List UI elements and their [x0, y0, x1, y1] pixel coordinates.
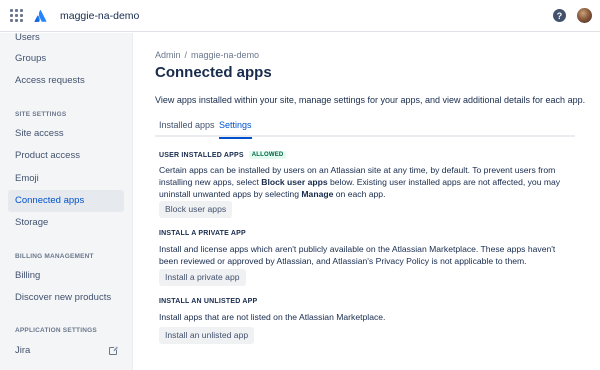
section-title-text: USER INSTALLED APPS: [159, 152, 244, 159]
install-private-app-button[interactable]: Install a private app: [159, 269, 246, 286]
atlassian-logo-icon[interactable]: [34, 9, 48, 23]
description-bold-block-user-apps: Block user apps: [261, 177, 328, 187]
description-bold-manage: Manage: [301, 189, 334, 199]
sidebar-item-emoji[interactable]: Emoji: [8, 168, 124, 190]
avatar[interactable]: [577, 8, 592, 23]
user-installed-apps-description: Certain apps can be installed by users o…: [159, 164, 569, 200]
section-title-user-installed-apps: USER INSTALLED APPS ALLOWED: [159, 151, 287, 159]
sidebar: Users Groups Access requests SITE SETTIN…: [0, 33, 133, 370]
sidebar-item-storage[interactable]: Storage: [8, 212, 124, 234]
sidebar-heading-site-settings: SITE SETTINGS: [15, 111, 67, 118]
sidebar-item-label: Jira: [15, 345, 31, 356]
help-icon[interactable]: ?: [553, 9, 566, 22]
breadcrumb-site[interactable]: maggie-na-demo: [191, 50, 259, 60]
sidebar-item-jira[interactable]: Jira: [8, 340, 124, 362]
install-unlisted-app-button[interactable]: Install an unlisted app: [159, 327, 255, 344]
sidebar-item-users[interactable]: Users: [8, 33, 124, 49]
tab-settings[interactable]: Settings: [219, 120, 252, 139]
sidebar-item-discover-new-products[interactable]: Discover new products: [8, 287, 124, 309]
app-switcher-icon[interactable]: [8, 8, 24, 24]
sidebar-item-billing[interactable]: Billing: [8, 265, 124, 287]
description-text-3: on each app.: [333, 189, 386, 199]
breadcrumb: Admin / maggie-na-demo: [155, 50, 259, 60]
section-title-install-private-app: INSTALL A PRIVATE APP: [159, 230, 246, 237]
section-title-install-unlisted-app: INSTALL AN UNLISTED APP: [159, 298, 258, 305]
site-name[interactable]: maggie-na-demo: [60, 10, 139, 22]
page-description: View apps installed within your site, ma…: [155, 95, 586, 105]
private-app-description: Install and license apps which aren't pu…: [159, 244, 556, 266]
breadcrumb-separator: /: [184, 50, 188, 60]
tab-list: Installed apps Settings: [155, 118, 575, 139]
external-link-icon: [109, 346, 118, 355]
unlisted-app-description: Install apps that are not listed on the …: [159, 312, 386, 322]
sidebar-item-site-access[interactable]: Site access: [8, 123, 124, 145]
sidebar-heading-billing-management: BILLING MANAGEMENT: [15, 253, 94, 260]
status-badge: ALLOWED: [248, 151, 287, 159]
sidebar-item-connected-apps[interactable]: Connected apps: [8, 190, 124, 212]
tab-installed-apps[interactable]: Installed apps: [159, 120, 215, 134]
sidebar-item-groups[interactable]: Groups: [8, 48, 124, 70]
sidebar-item-product-access[interactable]: Product access: [8, 145, 124, 167]
block-user-apps-button[interactable]: Block user apps: [159, 201, 233, 218]
breadcrumb-admin[interactable]: Admin: [155, 50, 181, 60]
top-navigation-bar: maggie-na-demo ?: [0, 0, 600, 32]
sidebar-item-access-requests[interactable]: Access requests: [8, 70, 124, 92]
page-title: Connected apps: [155, 64, 272, 81]
sidebar-heading-application-settings: APPLICATION SETTINGS: [15, 327, 97, 334]
